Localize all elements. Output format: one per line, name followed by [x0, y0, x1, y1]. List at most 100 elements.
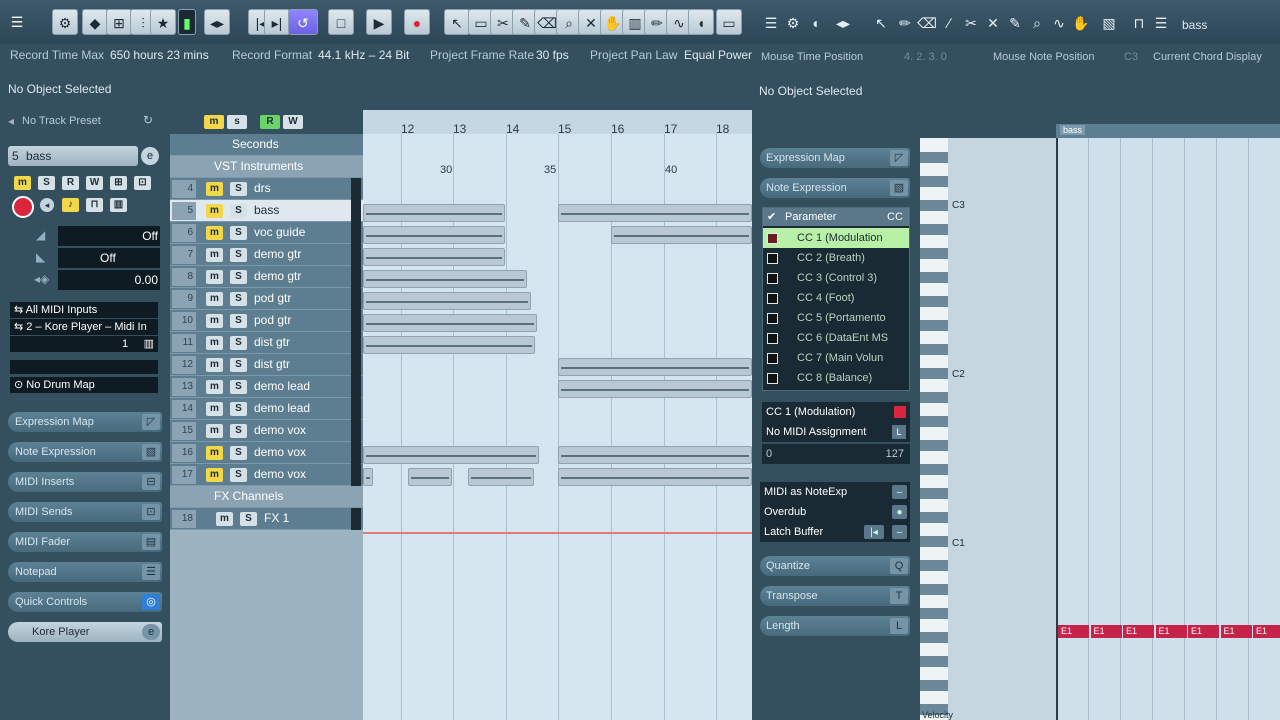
midi-as-noteexp-toggle[interactable]: –	[892, 485, 907, 499]
black-key[interactable]	[920, 512, 948, 523]
track-mute-button[interactable]: m	[206, 446, 223, 460]
track-row[interactable]: 8 m Sdemo gtr	[170, 266, 363, 288]
black-key[interactable]	[920, 680, 948, 691]
cc-list-item[interactable]: CC 7 (Main Volun	[763, 348, 909, 368]
track-row[interactable]: 10 m Spod gtr	[170, 310, 363, 332]
key-speaker-icon[interactable]: ◖	[804, 12, 826, 34]
star-icon[interactable]: ★	[150, 9, 176, 35]
cc-list-item[interactable]: CC 5 (Portamento	[763, 308, 909, 328]
range-min[interactable]: 0	[766, 444, 772, 464]
track-row[interactable]: 18 m S FX 1	[170, 508, 363, 530]
track-solo-button[interactable]: S	[230, 292, 247, 306]
track-row[interactable]: 9 m Spod gtr	[170, 288, 363, 310]
track-mute-button[interactable]: m	[206, 314, 223, 328]
track-row[interactable]: VST Instruments	[170, 156, 363, 178]
cc-checkbox[interactable]	[767, 353, 778, 364]
key-expression-map-section[interactable]: Expression Map ◸	[760, 148, 910, 168]
track-row[interactable]: 6 m Svoc guide	[170, 222, 363, 244]
ruler[interactable]: 12 13 14 15 16 17 18	[363, 110, 752, 136]
black-key[interactable]	[920, 560, 948, 571]
global-write-button[interactable]: W	[283, 115, 303, 129]
mute-button[interactable]: m	[14, 176, 31, 190]
midi-as-noteexp-row[interactable]: MIDI as NoteExp –	[760, 482, 910, 502]
read-button[interactable]: R	[62, 176, 79, 190]
track-row[interactable]: 4 m Sdrs	[170, 178, 363, 200]
track-name-field[interactable]: 5 bass	[8, 146, 138, 166]
freeze-button[interactable]: ⊞	[110, 176, 127, 190]
event-part[interactable]	[363, 270, 527, 288]
speaker-icon[interactable]: ◖	[688, 9, 714, 35]
key-nudge-icon[interactable]: ◂▸	[832, 12, 854, 34]
record-format-value[interactable]: 44.1 kHz – 24 Bit	[318, 48, 409, 62]
play-icon[interactable]: ▶	[366, 9, 392, 35]
track-solo-button[interactable]: S	[230, 248, 247, 262]
key-line-icon[interactable]: ∕	[938, 12, 960, 34]
track-row[interactable]: 11 m Sdist gtr	[170, 332, 363, 354]
black-key[interactable]	[920, 152, 948, 163]
key-curve-icon[interactable]: ∿	[1048, 12, 1070, 34]
monitor-button[interactable]: ◂	[40, 198, 54, 212]
lanes-button[interactable]: ⊡	[134, 176, 151, 190]
cc-list-item[interactable]: CC 8 (Balance)	[763, 368, 909, 388]
global-read-button[interactable]: R	[260, 115, 280, 129]
track-preset[interactable]: No Track Preset	[22, 115, 101, 127]
length-section[interactable]: Length L	[760, 616, 910, 636]
selected-cc-field[interactable]: CC 1 (Modulation)	[762, 402, 910, 422]
cc-checkbox[interactable]	[767, 373, 778, 384]
track-row[interactable]: 14 m Sdemo lead	[170, 398, 363, 420]
grid-icon[interactable]: ⊞	[106, 9, 132, 35]
black-key[interactable]	[920, 536, 948, 547]
track-solo-button[interactable]: S	[240, 512, 257, 526]
key-hand-icon[interactable]: ✋	[1070, 12, 1092, 34]
event-part[interactable]	[363, 336, 535, 354]
track-solo-button[interactable]: S	[230, 358, 247, 372]
cc-checkbox[interactable]	[767, 253, 778, 264]
track-solo-button[interactable]: S	[230, 336, 247, 350]
track-mute-button[interactable]: m	[206, 468, 223, 482]
track-solo-button[interactable]: S	[230, 402, 247, 416]
instrument-section[interactable]: Kore Player e	[8, 622, 162, 642]
track-row[interactable]: FX Channels	[170, 486, 363, 508]
lock-button[interactable]: ⊓	[86, 198, 103, 212]
track-solo-button[interactable]: S	[230, 380, 247, 394]
cc-list-item[interactable]: CC 6 (DataEnt MS	[763, 328, 909, 348]
black-key[interactable]	[920, 320, 948, 331]
frame-rate-value[interactable]: 30 fps	[536, 48, 569, 62]
event-part[interactable]	[408, 468, 452, 486]
track-mute-button[interactable]: m	[206, 292, 223, 306]
track-solo-button[interactable]: S	[230, 468, 247, 482]
event-part[interactable]	[468, 468, 534, 486]
key-glue-icon[interactable]: ✎	[1004, 12, 1026, 34]
track-mute-button[interactable]: m	[206, 336, 223, 350]
pan-law-value[interactable]: Equal Power	[684, 48, 752, 62]
track-solo-button[interactable]: S	[230, 182, 247, 196]
latch-toggle[interactable]: –	[892, 525, 907, 539]
lane-display-button[interactable]: ▥	[110, 198, 127, 212]
object-tool-icon[interactable]: ◆	[82, 9, 108, 35]
midi-channel-select[interactable]: 1 ▥	[10, 336, 158, 352]
event-part[interactable]	[363, 314, 537, 332]
event-part[interactable]	[611, 226, 752, 244]
record-icon[interactable]: ●	[404, 9, 430, 35]
timebase-button[interactable]: ♪	[62, 198, 79, 212]
learn-icon[interactable]: L	[892, 425, 906, 439]
midi-note[interactable]: E1	[1090, 625, 1122, 638]
drum-map-select[interactable]: ⊙ No Drum Map	[10, 377, 158, 393]
black-key[interactable]	[920, 464, 948, 475]
midi-sends-section[interactable]: MIDI Sends ⊡	[8, 502, 162, 522]
track-solo-button[interactable]: S	[230, 314, 247, 328]
track-mute-button[interactable]: m	[206, 204, 223, 218]
key-erase-icon[interactable]: ⌫	[916, 12, 938, 34]
midi-note[interactable]: E1	[1155, 625, 1187, 638]
midi-fader-section[interactable]: MIDI Fader ▤	[8, 532, 162, 552]
range-field[interactable]: 0 127	[762, 444, 910, 464]
key-menu-icon[interactable]: ☰	[760, 12, 782, 34]
black-key[interactable]	[920, 392, 948, 403]
record-time-value[interactable]: 650 hours 23 mins	[110, 48, 209, 62]
black-key[interactable]	[920, 272, 948, 283]
midi-note[interactable]: E1	[1123, 625, 1154, 638]
midi-output-select[interactable]: ⇆ 2 – Kore Player – Midi In	[10, 319, 158, 335]
program-select[interactable]	[10, 360, 158, 374]
piano-keyboard[interactable]	[920, 138, 948, 720]
cc-checkbox[interactable]	[767, 333, 778, 344]
